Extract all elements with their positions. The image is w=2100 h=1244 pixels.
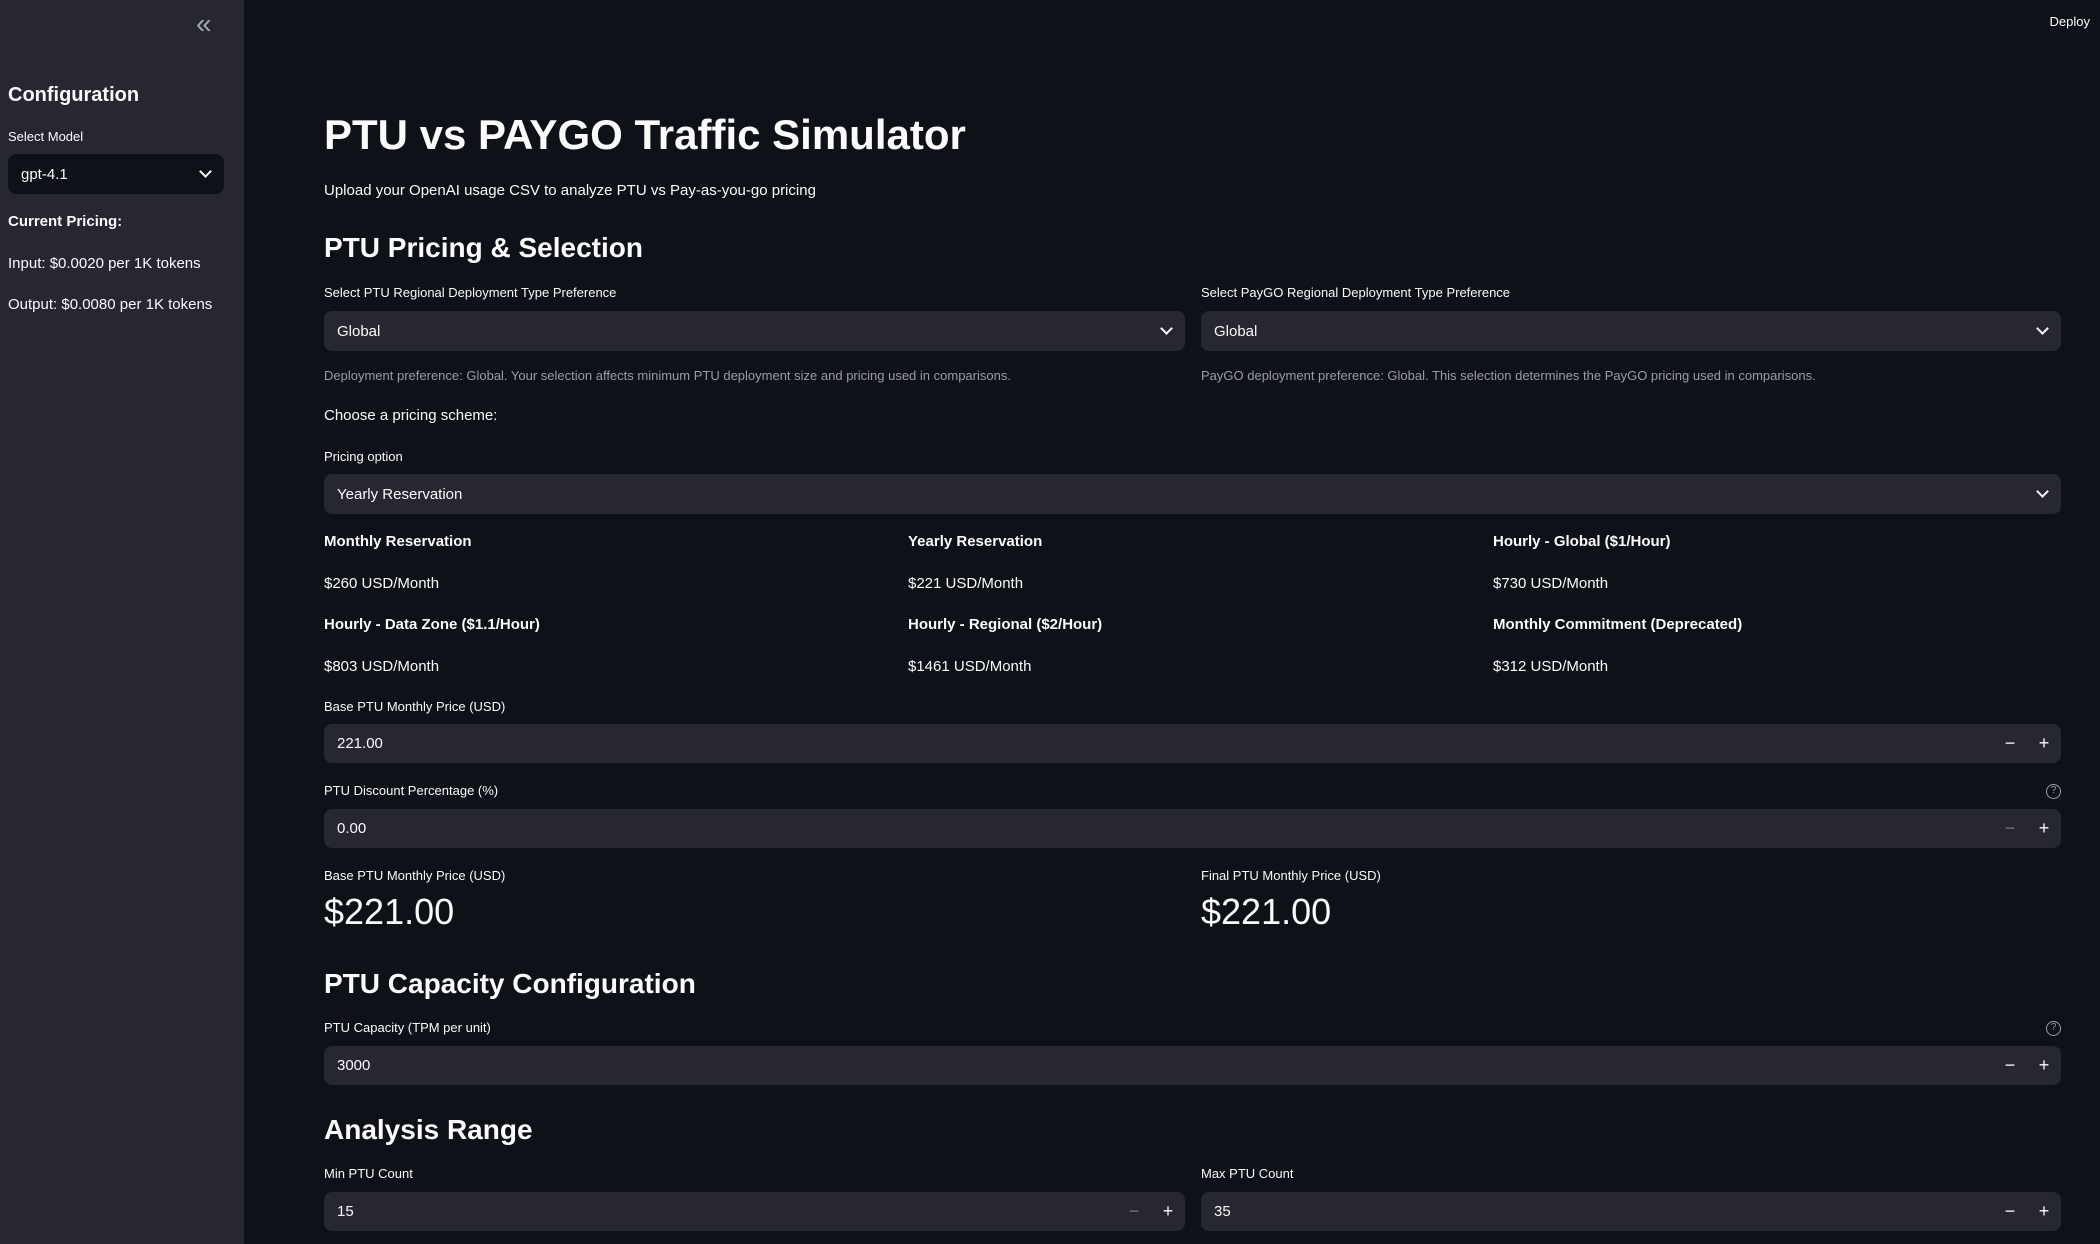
metric-final-value: $221.00 xyxy=(1201,891,1332,932)
paygo-region-label: Select PayGO Regional Deployment Type Pr… xyxy=(1201,285,1511,300)
section-pricing-heading: PTU Pricing & Selection xyxy=(324,232,643,263)
chevron-down-icon xyxy=(2036,485,2049,498)
max-ptu-label: Max PTU Count xyxy=(1201,1166,1294,1181)
pricing-option-label: Pricing option xyxy=(324,449,403,464)
model-label: Select Model xyxy=(8,129,84,144)
chevron-down-icon xyxy=(199,165,212,178)
min-ptu-input[interactable]: 15 − + xyxy=(324,1192,1185,1231)
scheme-price: $803 USD/Month xyxy=(324,658,440,675)
ptu-region-select[interactable]: Global xyxy=(324,311,1185,351)
deploy-button[interactable]: Deploy xyxy=(2050,14,2090,29)
increment-button[interactable]: + xyxy=(1151,1201,1185,1222)
scheme-name: Monthly Reservation xyxy=(324,533,472,550)
discount-value: 0.00 xyxy=(337,820,367,837)
ptu-region-label: Select PTU Regional Deployment Type Pref… xyxy=(324,285,617,300)
ptu-region-value: Global xyxy=(337,322,381,340)
paygo-region-value: Global xyxy=(1214,322,1258,340)
discount-label: PTU Discount Percentage (%) xyxy=(324,783,499,798)
pricing-option-value: Yearly Reservation xyxy=(337,485,463,503)
choose-scheme-text: Choose a pricing scheme: xyxy=(324,407,498,424)
chevron-down-icon xyxy=(1160,322,1173,335)
model-select-value: gpt-4.1 xyxy=(21,165,68,183)
increment-button[interactable]: + xyxy=(2027,733,2061,754)
discount-input[interactable]: 0.00 − + xyxy=(324,809,2061,848)
decrement-button[interactable]: − xyxy=(1993,1201,2027,1222)
output-price: Output: $0.0080 per 1K tokens xyxy=(8,296,213,313)
decrement-button[interactable]: − xyxy=(1117,1201,1151,1222)
min-ptu-value: 15 xyxy=(337,1203,354,1220)
sidebar-title: Configuration xyxy=(8,84,140,106)
input-price: Input: $0.0020 per 1K tokens xyxy=(8,255,201,272)
page-subtitle: Upload your OpenAI usage CSV to analyze … xyxy=(324,182,816,199)
capacity-input[interactable]: 3000 − + xyxy=(324,1046,2061,1085)
increment-button[interactable]: + xyxy=(2027,1055,2061,1076)
min-ptu-label: Min PTU Count xyxy=(324,1166,413,1181)
help-icon[interactable]: ? xyxy=(2046,1021,2061,1036)
decrement-button[interactable]: − xyxy=(1993,1055,2027,1076)
chevron-down-icon xyxy=(2036,322,2049,335)
scheme-name: Hourly - Regional ($2/Hour) xyxy=(908,616,1103,633)
capacity-value: 3000 xyxy=(337,1057,371,1074)
base-price-value: 221.00 xyxy=(337,735,383,752)
scheme-price: $260 USD/Month xyxy=(324,575,440,592)
decrement-button[interactable]: − xyxy=(1993,733,2027,754)
ptu-region-caption: Deployment preference: Global. Your sele… xyxy=(324,368,1011,383)
capacity-label: PTU Capacity (TPM per unit) xyxy=(324,1020,491,1035)
base-price-label: Base PTU Monthly Price (USD) xyxy=(324,699,506,714)
page-title: PTU vs PAYGO Traffic Simulator xyxy=(324,111,966,158)
scheme-name: Yearly Reservation xyxy=(908,533,1043,550)
model-select[interactable]: gpt-4.1 xyxy=(8,154,224,194)
metric-base-label: Base PTU Monthly Price (USD) xyxy=(324,868,506,883)
increment-button[interactable]: + xyxy=(2027,818,2061,839)
section-range-heading: Analysis Range xyxy=(324,1114,533,1145)
scheme-price: $312 USD/Month xyxy=(1493,658,1609,675)
pricing-option-select[interactable]: Yearly Reservation xyxy=(324,474,2061,514)
max-ptu-value: 35 xyxy=(1214,1203,1231,1220)
help-icon[interactable]: ? xyxy=(2046,784,2061,799)
scheme-name: Monthly Commitment (Deprecated) xyxy=(1493,616,1743,633)
increment-button[interactable]: + xyxy=(2027,1201,2061,1222)
scheme-name: Hourly - Data Zone ($1.1/Hour) xyxy=(324,616,540,633)
scheme-price: $1461 USD/Month xyxy=(908,658,1032,675)
scheme-price: $730 USD/Month xyxy=(1493,575,1609,592)
max-ptu-input[interactable]: 35 − + xyxy=(1201,1192,2061,1231)
scheme-price: $221 USD/Month xyxy=(908,575,1024,592)
paygo-region-select[interactable]: Global xyxy=(1201,311,2061,351)
metric-final-label: Final PTU Monthly Price (USD) xyxy=(1201,868,1381,883)
sidebar: « Configuration Select Model gpt-4.1 Cur… xyxy=(0,0,244,1244)
base-price-input[interactable]: 221.00 − + xyxy=(324,724,2061,763)
pricing-heading: Current Pricing: xyxy=(8,213,123,230)
metric-base-value: $221.00 xyxy=(324,891,455,932)
section-capacity-heading: PTU Capacity Configuration xyxy=(324,968,696,999)
decrement-button[interactable]: − xyxy=(1993,818,2027,839)
paygo-region-caption: PayGO deployment preference: Global. Thi… xyxy=(1201,368,1816,383)
collapse-sidebar-icon[interactable]: « xyxy=(196,8,212,40)
scheme-name: Hourly - Global ($1/Hour) xyxy=(1493,533,1671,550)
